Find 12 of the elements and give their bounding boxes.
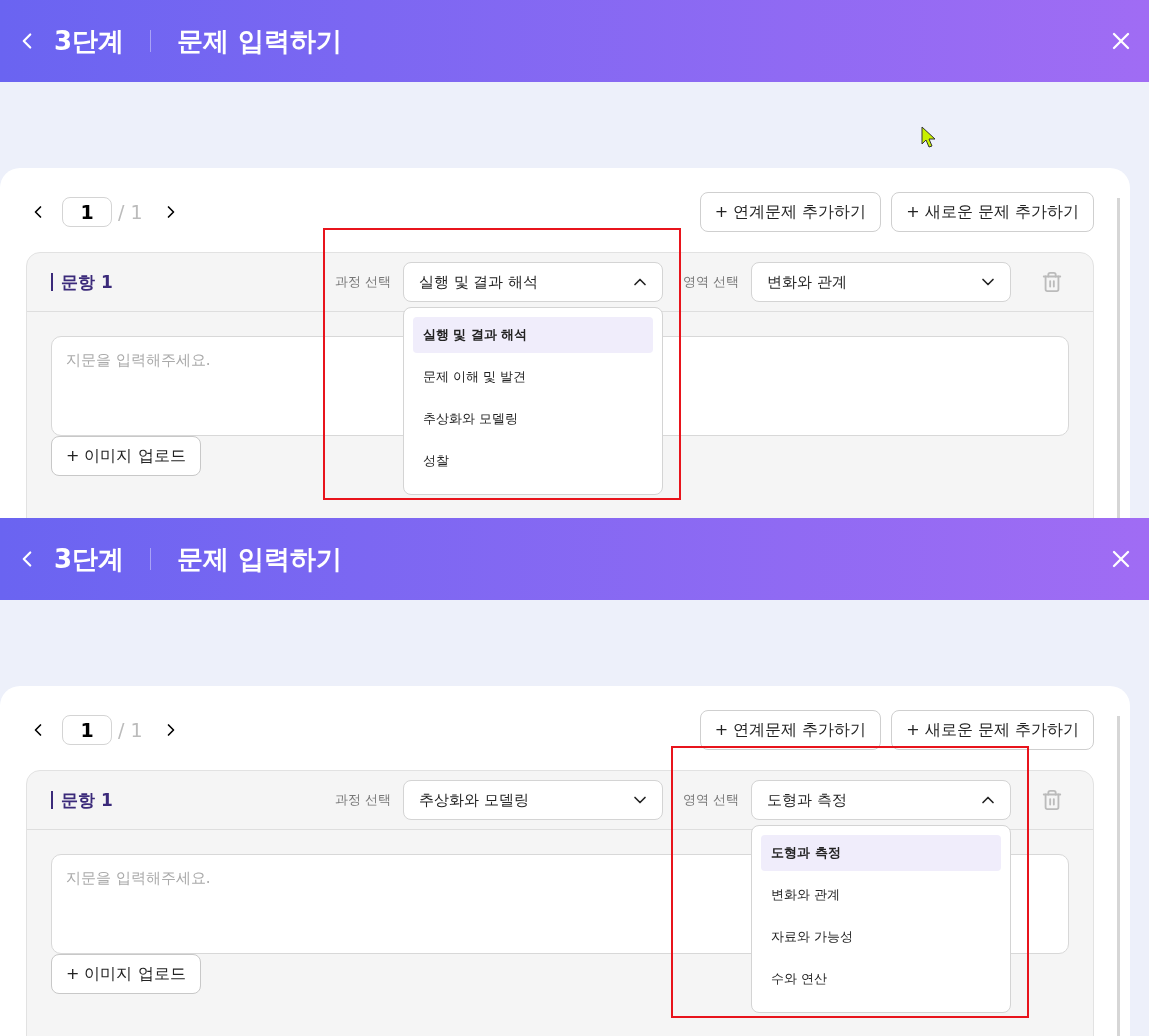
question-label: 문항 1 [51,273,113,291]
page-title: 문제 입력하기 [177,24,343,58]
field-label: 과정 선택 [334,273,391,292]
field-label: 과정 선택 [334,791,391,810]
field-label: 영역 선택 [682,791,739,810]
field-label: 영역 선택 [682,273,739,292]
step-title: 3단계 [54,542,125,576]
page-total: / 1 [118,717,143,743]
page-total: / 1 [118,199,143,225]
step-title: 3단계 [54,24,125,58]
page-title: 문제 입력하기 [177,542,343,576]
question-label: 문항 1 [51,791,113,809]
